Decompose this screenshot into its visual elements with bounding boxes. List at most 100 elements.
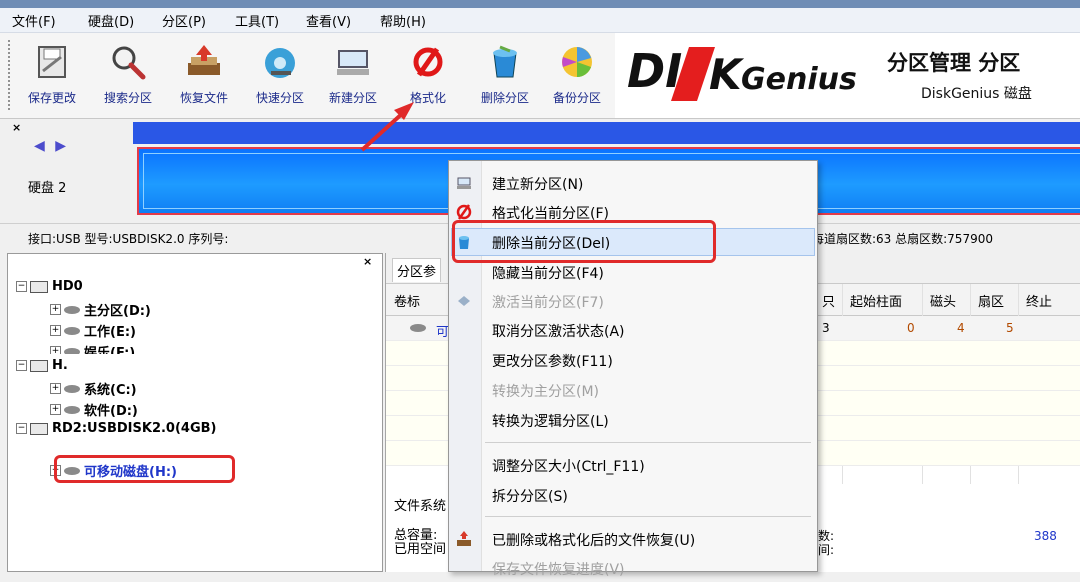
collapse-icon[interactable]: − [16,281,27,292]
tree-disk-h[interactable]: − H. [16,358,68,376]
stat-label: 数: 间: [818,529,835,557]
menu-item-file-recovery[interactable]: 已删除或格式化后的文件恢复(U) [449,525,817,553]
recover-icon [188,45,220,75]
expand-icon[interactable]: + [50,383,61,394]
disk-sector-info: 每道扇区数:63 总扇区数:757900 [812,232,993,246]
menu-item-new-partition[interactable]: 建立新分区(N) [449,169,817,197]
recover-files-label: 恢复文件 [179,91,228,105]
tree-partition-d[interactable]: + 主分区(D:) [50,300,151,319]
menu-item-label: 激活当前分区(F7) [492,295,604,311]
tree-partition-f[interactable]: + 娱乐(F:) [50,342,135,354]
menu-partition[interactable]: 分区(P) [162,11,206,30]
menu-item-label: 更改分区参数(F11) [492,354,613,370]
tree-disk-hd0[interactable]: − HD0 [16,279,83,297]
col-end[interactable]: 终止 [1026,291,1052,310]
menu-item-save-recovery-progress: 保存文件恢复进度(V) [449,554,817,582]
tree-partition-c[interactable]: + 系统(C:) [50,379,137,398]
close-icon[interactable]: × [12,121,21,134]
format-button[interactable]: 格式化 [396,33,460,115]
disk-label: 硬盘 2 [28,181,67,196]
menu-item-label: 转换为主分区(M) [492,384,600,400]
tree-row-label: 系统(C:) [84,383,137,398]
menu-item-label: 取消分区激活状态(A) [492,324,625,340]
save-changes-label: 保存更改 [27,91,76,105]
collapse-icon[interactable]: − [16,423,27,434]
toolbar-grip[interactable] [7,39,11,111]
menu-item-label: 保存文件恢复进度(V) [492,562,625,578]
menu-separator [485,442,811,443]
expand-icon[interactable]: + [50,404,61,415]
menu-separator [485,516,811,517]
recover-icon [457,531,471,546]
disk-nav-arrows[interactable]: ◀ ▶ [34,138,69,154]
menu-item-change-params[interactable]: 更改分区参数(F11) [449,346,817,374]
tree-row-label: 软件(D:) [84,404,138,419]
tree-row-label: RD2:USBDISK2.0(4GB) [52,421,217,436]
search-partition-label: 搜索分区 [103,91,152,105]
menu-view[interactable]: 查看(V) [306,11,351,30]
quick-partition-icon [265,48,295,78]
quick-partition-button[interactable]: 快速分区 [244,33,316,115]
disk-icon [30,359,48,372]
annotation-highlight-box [54,455,235,483]
expand-icon[interactable]: + [50,325,61,336]
tree-disk-rd2[interactable]: − RD2:USBDISK2.0(4GB) [16,421,216,439]
capacity-label: 总容量: 已用空间 [394,528,447,557]
partition-icon [64,384,80,393]
delete-partition-button[interactable]: 删除分区 [470,33,540,115]
menu-item-split[interactable]: 拆分分区(S) [449,481,817,509]
collapse-icon[interactable]: − [16,360,27,371]
menu-item-label: 已删除或格式化后的文件恢复(U) [492,533,696,549]
tab-partition-params[interactable]: 分区参 [392,258,442,282]
col-sector[interactable]: 扇区 [978,291,1004,310]
close-icon[interactable]: × [363,255,372,268]
partition-icon [64,347,80,354]
col-start-cylinder[interactable]: 起始柱面 [850,291,902,310]
menu-item-label: 建立新分区(N) [492,177,584,193]
col-id[interactable]: 只 [822,291,835,310]
expand-icon[interactable]: + [50,304,61,315]
disk-icon [30,280,48,293]
menu-item-deactivate[interactable]: 取消分区激活状态(A) [449,316,817,344]
col-volume-label[interactable]: 卷标 [394,291,420,310]
menu-item-resize[interactable]: 调整分区大小(Ctrl_F11) [449,451,817,479]
menu-item-convert-logical[interactable]: 转换为逻辑分区(L) [449,406,817,434]
menu-item-label: 调整分区大小(Ctrl_F11) [492,459,645,475]
menu-disk[interactable]: 硬盘(D) [88,11,134,30]
save-changes-button[interactable]: 保存更改 [16,33,88,115]
tree-partition-e[interactable]: + 工作(E:) [50,321,136,340]
menu-tools[interactable]: 工具(T) [235,11,279,30]
tree-partition-d2[interactable]: + 软件(D:) [50,400,138,419]
stat-value: 388 [1034,529,1057,543]
recover-files-button[interactable]: 恢复文件 [168,33,240,115]
save-icon [38,46,66,78]
menu-file[interactable]: 文件(F) [12,11,56,30]
tree-row-label: 主分区(D:) [84,304,151,319]
annotation-highlight-box [452,220,716,263]
tree-row-label: H. [52,358,68,373]
new-partition-button[interactable]: 新建分区 [318,33,388,115]
expand-icon[interactable]: + [50,346,61,354]
quick-partition-label: 快速分区 [255,91,304,105]
cell-id: 3 [822,321,830,335]
search-partition-button[interactable]: 搜索分区 [94,33,162,115]
tree-row-label: HD0 [52,279,83,294]
delete-partition-label: 删除分区 [480,91,529,105]
magnifier-icon [112,46,146,80]
brand-title: 分区管理 分区 [887,51,1021,75]
partition-icon [64,326,80,335]
format-label: 格式化 [409,91,446,105]
cell-sector: 5 [1006,321,1014,335]
partition-icon [410,324,426,332]
backup-partition-button[interactable]: 备份分区 [542,33,612,115]
menu-help[interactable]: 帮助(H) [380,11,426,30]
col-head[interactable]: 磁头 [930,291,956,310]
tree-row-label: 工作(E:) [84,325,136,340]
svg-text:DI: DI [627,44,682,98]
partition-icon [64,405,80,414]
cell-head: 4 [957,321,965,335]
trash-icon [493,45,517,78]
new-partition-label: 新建分区 [328,91,377,105]
menu-bar: 文件(F) 硬盘(D) 分区(P) 工具(T) 查看(V) 帮助(H) [0,8,1080,33]
disk-tree-panel: × − HD0 + 主分区(D:) + 工作(E:) + 娱乐(F:) − H. + 系统(… [7,253,383,572]
